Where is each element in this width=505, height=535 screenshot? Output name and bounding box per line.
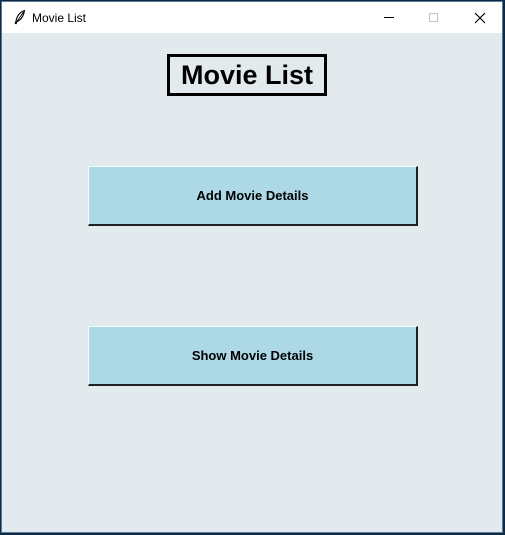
window-title: Movie List	[32, 11, 87, 25]
maximize-button[interactable]	[411, 2, 456, 33]
close-icon	[474, 12, 486, 24]
feather-icon	[12, 9, 28, 25]
main-content: Movie List Add Movie Details Show Movie …	[2, 33, 502, 532]
add-movie-details-button[interactable]: Add Movie Details	[88, 166, 418, 226]
close-button[interactable]	[457, 2, 502, 33]
app-window: Movie List Movie List Add Movie Details …	[1, 1, 503, 533]
minimize-button[interactable]	[366, 2, 411, 33]
page-title: Movie List	[167, 54, 328, 96]
minimize-icon	[383, 17, 394, 18]
title-bar[interactable]: Movie List	[2, 2, 502, 33]
show-movie-details-button[interactable]: Show Movie Details	[88, 326, 418, 386]
maximize-icon	[429, 13, 438, 22]
